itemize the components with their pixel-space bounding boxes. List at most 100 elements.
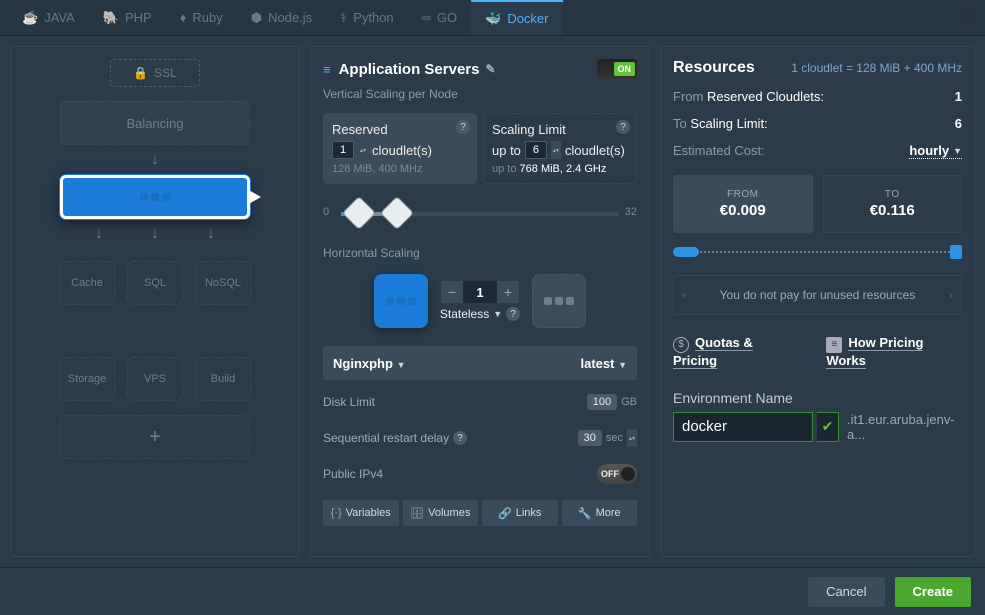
limit-input[interactable]: 6 bbox=[525, 141, 547, 159]
create-button[interactable]: Create bbox=[895, 577, 971, 607]
help-icon[interactable]: ? bbox=[453, 431, 467, 445]
mini-label: VPS bbox=[144, 373, 166, 385]
quotas-link[interactable]: $Quotas & Pricing bbox=[673, 335, 796, 368]
mini-label: Storage bbox=[68, 373, 107, 385]
toggle-state: ON bbox=[614, 62, 636, 76]
restart-value[interactable]: 30 bbox=[578, 430, 602, 446]
tab-ruby[interactable]: ♦ Ruby bbox=[166, 0, 237, 35]
variables-button[interactable]: {·}Variables bbox=[323, 500, 399, 526]
tab-node[interactable]: ⬢Node.js bbox=[237, 0, 326, 35]
resources-title: Resources bbox=[673, 59, 755, 77]
document-icon: ≡ bbox=[826, 337, 842, 353]
cloudlet-slider[interactable]: 0 32 bbox=[323, 196, 637, 230]
help-icon[interactable]: ? bbox=[456, 120, 470, 134]
close-icon[interactable]: ✕ bbox=[960, 8, 975, 29]
app-server-slot[interactable] bbox=[60, 175, 250, 219]
tab-python[interactable]: ⚕ Python bbox=[326, 0, 408, 35]
cancel-button[interactable]: Cancel bbox=[808, 577, 884, 607]
layer-toggle[interactable]: ON bbox=[597, 59, 637, 79]
volumes-button[interactable]: 🗄Volumes bbox=[403, 500, 479, 526]
cloudlet-legend: 1 cloudlet = 128 MiB + 400 MHz bbox=[791, 61, 962, 75]
help-icon[interactable]: ? bbox=[506, 307, 520, 321]
nodes-icon bbox=[541, 295, 577, 307]
tab-php[interactable]: 🐘PHP bbox=[89, 0, 166, 35]
lock-icon: 🔒 bbox=[133, 66, 148, 80]
chevron-left-icon[interactable]: ‹ bbox=[682, 288, 686, 302]
tab-java[interactable]: ☕JAVA bbox=[8, 0, 89, 35]
mini-label: Cache bbox=[71, 277, 103, 289]
tab-go[interactable]: ═GO bbox=[408, 0, 471, 35]
disk-limit-label: Disk Limit bbox=[323, 395, 375, 409]
period-select[interactable]: hourly ▼ bbox=[909, 143, 962, 159]
hs-minus-button[interactable]: − bbox=[441, 281, 463, 303]
vertical-scaling-label: Vertical Scaling per Node bbox=[323, 87, 637, 101]
env-domain: .it1.eur.aruba.jenv-a... bbox=[847, 412, 962, 442]
restart-unit: sec bbox=[606, 432, 623, 444]
storage-slot[interactable]: Storage bbox=[59, 357, 115, 401]
balancing-slot[interactable]: Balancing bbox=[60, 101, 250, 145]
cost-gauge bbox=[673, 245, 962, 259]
hs-node-placeholder[interactable] bbox=[532, 274, 586, 328]
limit-sub: 768 MiB, 2.4 GHz bbox=[520, 163, 607, 175]
howpricing-link[interactable]: ≡How Pricing Works bbox=[826, 335, 962, 368]
reserved-unit: cloudlet(s) bbox=[372, 143, 432, 158]
ssl-button[interactable]: 🔒SSL bbox=[110, 59, 200, 87]
btn-label: Links bbox=[516, 507, 542, 519]
limit-sub-prefix: up to bbox=[492, 163, 516, 175]
limit-prefix: up to bbox=[492, 143, 521, 158]
cost-from-label: FROM bbox=[727, 189, 758, 200]
arrow-down-icon: ↓ bbox=[151, 151, 159, 169]
reserved-input[interactable]: 1 bbox=[332, 141, 354, 159]
chevron-right-icon[interactable]: › bbox=[949, 288, 953, 302]
stepper-icon[interactable]: ▴▾ bbox=[627, 429, 637, 447]
stepper-icon[interactable]: ▴▾ bbox=[551, 141, 561, 159]
ruby-icon: ♦ bbox=[180, 10, 187, 25]
links-button[interactable]: 🔗Links bbox=[482, 500, 558, 526]
arrow-down-icon: ↓ bbox=[151, 225, 159, 243]
image-tag: latest bbox=[580, 356, 614, 371]
hs-mode-label: Stateless bbox=[440, 307, 489, 321]
add-extra-slot[interactable]: + bbox=[60, 415, 250, 459]
slider-handle-limit[interactable] bbox=[385, 201, 411, 227]
node-icon: ⬢ bbox=[251, 10, 262, 26]
image-select[interactable]: Nginxphp ▼ latest ▼ bbox=[323, 346, 637, 380]
ipv4-label: Public IPv4 bbox=[323, 467, 383, 481]
layers-icon: ≡ bbox=[323, 62, 331, 77]
cache-slot[interactable]: Cache bbox=[59, 261, 115, 305]
check-icon: ✔ bbox=[817, 412, 839, 442]
java-icon: ☕ bbox=[22, 10, 38, 26]
disk-limit-value[interactable]: 100 bbox=[587, 394, 617, 410]
chevron-down-icon: ▼ bbox=[953, 146, 962, 156]
arrow-down-icon: ↓ bbox=[207, 225, 215, 243]
hs-node-active[interactable] bbox=[374, 274, 428, 328]
tab-label: GO bbox=[437, 10, 457, 25]
more-button[interactable]: 🔧More bbox=[562, 500, 638, 526]
build-slot[interactable]: Build bbox=[195, 357, 251, 401]
limit-box: ? Scaling Limit up to 6▴▾ cloudlet(s) up… bbox=[483, 113, 637, 184]
hs-mode-select[interactable]: Stateless ▼ ? bbox=[440, 307, 520, 321]
sql-slot[interactable]: SQL bbox=[127, 261, 183, 305]
hs-plus-button[interactable]: + bbox=[497, 281, 519, 303]
tab-label: Ruby bbox=[192, 10, 222, 25]
ipv4-toggle[interactable]: OFF bbox=[597, 464, 637, 484]
help-icon[interactable]: ? bbox=[616, 120, 630, 134]
tab-docker[interactable]: 🐳Docker bbox=[471, 0, 562, 35]
python-icon: ⚕ bbox=[340, 10, 347, 26]
from-val: 1 bbox=[955, 89, 962, 104]
chevron-down-icon: ▼ bbox=[493, 309, 502, 319]
config-column: ≡ Application Servers✎ ON Vertical Scali… bbox=[310, 46, 650, 557]
pricing-info-text: You do not pay for unused resources bbox=[720, 288, 916, 302]
nodes-icon bbox=[383, 295, 419, 307]
tab-label: Python bbox=[353, 10, 393, 25]
btn-label: Variables bbox=[346, 507, 391, 519]
edit-icon[interactable]: ✎ bbox=[485, 62, 495, 76]
env-name-input[interactable] bbox=[673, 412, 813, 442]
plus-icon: + bbox=[149, 426, 161, 449]
stepper-icon[interactable]: ▴▾ bbox=[358, 141, 368, 159]
slider-handle-reserved[interactable] bbox=[347, 201, 373, 227]
vps-slot[interactable]: VPS bbox=[127, 357, 183, 401]
period-value: hourly bbox=[909, 143, 949, 158]
nosql-slot[interactable]: NoSQL bbox=[195, 261, 251, 305]
tab-label: PHP bbox=[125, 10, 152, 25]
pricing-info-strip: ‹ You do not pay for unused resources › bbox=[673, 275, 962, 315]
